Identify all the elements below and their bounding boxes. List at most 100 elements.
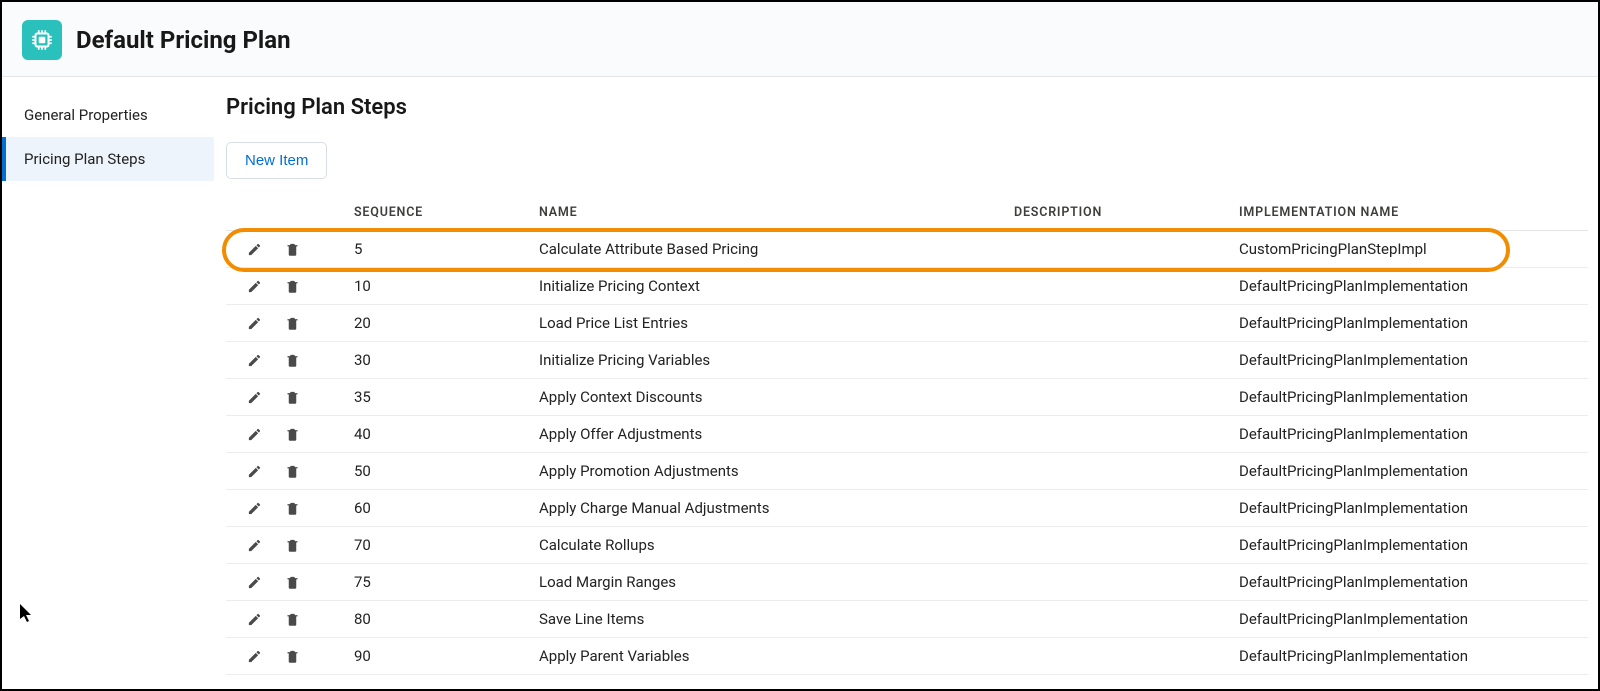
table-row: 30Initialize Pricing Variables DefaultPri… [226,342,1588,379]
cell-name: Apply Charge Manual Adjustments [531,490,1006,527]
cell-implementation: DefaultPricingPlanImplementation [1231,342,1588,379]
new-item-button[interactable]: New Item [226,142,327,179]
cell-description [1006,268,1231,305]
cell-description [1006,231,1231,268]
edit-icon[interactable] [246,500,262,516]
cell-description [1006,453,1231,490]
cell-name: Load Margin Ranges [531,564,1006,601]
delete-icon[interactable] [284,537,300,553]
delete-icon[interactable] [284,241,300,257]
cell-sequence: 40 [346,416,531,453]
cell-name: Calculate Rollups [531,527,1006,564]
edit-icon[interactable] [246,426,262,442]
sidebar-item-label: Pricing Plan Steps [24,150,145,168]
table-row: 35Apply Context Discounts DefaultPricingP… [226,379,1588,416]
cell-name: Initialize Pricing Context [531,268,1006,305]
cell-sequence: 80 [346,601,531,638]
delete-icon[interactable] [284,611,300,627]
sidebar: General Properties Pricing Plan Steps [2,77,214,688]
column-name: NAME [531,195,1006,231]
cell-sequence: 5 [346,231,531,268]
table-row: 40Apply Offer Adjustments DefaultPricingP… [226,416,1588,453]
delete-icon[interactable] [284,315,300,331]
table-row: 5Calculate Attribute Based Pricing Custom… [226,231,1588,268]
cell-sequence: 90 [346,638,531,675]
sidebar-item-general-properties[interactable]: General Properties [2,93,214,137]
cell-name: Apply Parent Variables [531,638,1006,675]
cell-implementation: DefaultPricingPlanImplementation [1231,564,1588,601]
column-description: DESCRIPTION [1006,195,1231,231]
cell-sequence: 10 [346,268,531,305]
edit-icon[interactable] [246,537,262,553]
cell-sequence: 20 [346,305,531,342]
cell-implementation: DefaultPricingPlanImplementation [1231,416,1588,453]
cell-description [1006,379,1231,416]
cell-description [1006,305,1231,342]
cell-name: Initialize Pricing Variables [531,342,1006,379]
cell-implementation: DefaultPricingPlanImplementation [1231,638,1588,675]
delete-icon[interactable] [284,426,300,442]
cell-implementation: DefaultPricingPlanImplementation [1231,490,1588,527]
cell-sequence: 50 [346,453,531,490]
delete-icon[interactable] [284,352,300,368]
chip-icon [22,20,62,60]
delete-icon[interactable] [284,574,300,590]
cell-implementation: DefaultPricingPlanImplementation [1231,453,1588,490]
cell-implementation: DefaultPricingPlanImplementation [1231,527,1588,564]
cell-sequence: 70 [346,527,531,564]
cell-name: Load Price List Entries [531,305,1006,342]
edit-icon[interactable] [246,352,262,368]
edit-icon[interactable] [246,648,262,664]
table-row: 50Apply Promotion Adjustments DefaultPric… [226,453,1588,490]
sidebar-item-label: General Properties [24,106,148,124]
edit-icon[interactable] [246,278,262,294]
cell-implementation: DefaultPricingPlanImplementation [1231,305,1588,342]
cell-name: Apply Offer Adjustments [531,416,1006,453]
delete-icon[interactable] [284,389,300,405]
delete-icon[interactable] [284,278,300,294]
cell-sequence: 60 [346,490,531,527]
cell-sequence: 30 [346,342,531,379]
table-row: 70Calculate Rollups DefaultPricingPlanImp… [226,527,1588,564]
edit-icon[interactable] [246,389,262,405]
edit-icon[interactable] [246,463,262,479]
cell-name: Apply Promotion Adjustments [531,453,1006,490]
edit-icon[interactable] [246,574,262,590]
cell-implementation: DefaultPricingPlanImplementation [1231,601,1588,638]
cell-description [1006,527,1231,564]
cell-implementation: CustomPricingPlanStepImpl [1231,231,1588,268]
cell-implementation: DefaultPricingPlanImplementation [1231,379,1588,416]
table-row: 75Load Margin Ranges DefaultPricingPlanIm… [226,564,1588,601]
main-content: Pricing Plan Steps New Item SEQUENCE NAM… [214,77,1598,688]
delete-icon[interactable] [284,648,300,664]
page-header: Default Pricing Plan [2,2,1598,77]
cell-name: Calculate Attribute Based Pricing [531,231,1006,268]
cell-implementation: DefaultPricingPlanImplementation [1231,268,1588,305]
delete-icon[interactable] [284,463,300,479]
table-row: 90Apply Parent Variables DefaultPricingPl… [226,638,1588,675]
steps-table: SEQUENCE NAME DESCRIPTION IMPLEMENTATION… [226,195,1588,675]
cell-description [1006,564,1231,601]
sidebar-item-pricing-plan-steps[interactable]: Pricing Plan Steps [2,137,214,181]
cell-description [1006,342,1231,379]
page-title: Default Pricing Plan [76,26,291,54]
table-row: 20Load Price List Entries DefaultPricingP… [226,305,1588,342]
column-implementation: IMPLEMENTATION NAME [1231,195,1588,231]
edit-icon[interactable] [246,611,262,627]
cell-sequence: 35 [346,379,531,416]
cell-description [1006,601,1231,638]
cell-sequence: 75 [346,564,531,601]
delete-icon[interactable] [284,500,300,516]
table-row: 60Apply Charge Manual Adjustments Default… [226,490,1588,527]
table-row: 10Initialize Pricing Context DefaultPrici… [226,268,1588,305]
cell-description [1006,416,1231,453]
edit-icon[interactable] [246,241,262,257]
cell-description [1006,638,1231,675]
cell-description [1006,490,1231,527]
edit-icon[interactable] [246,315,262,331]
column-sequence: SEQUENCE [346,195,531,231]
cell-name: Save Line Items [531,601,1006,638]
cell-name: Apply Context Discounts [531,379,1006,416]
section-title: Pricing Plan Steps [226,95,1588,120]
table-row: 80Save Line Items DefaultPricingPlanImple… [226,601,1588,638]
